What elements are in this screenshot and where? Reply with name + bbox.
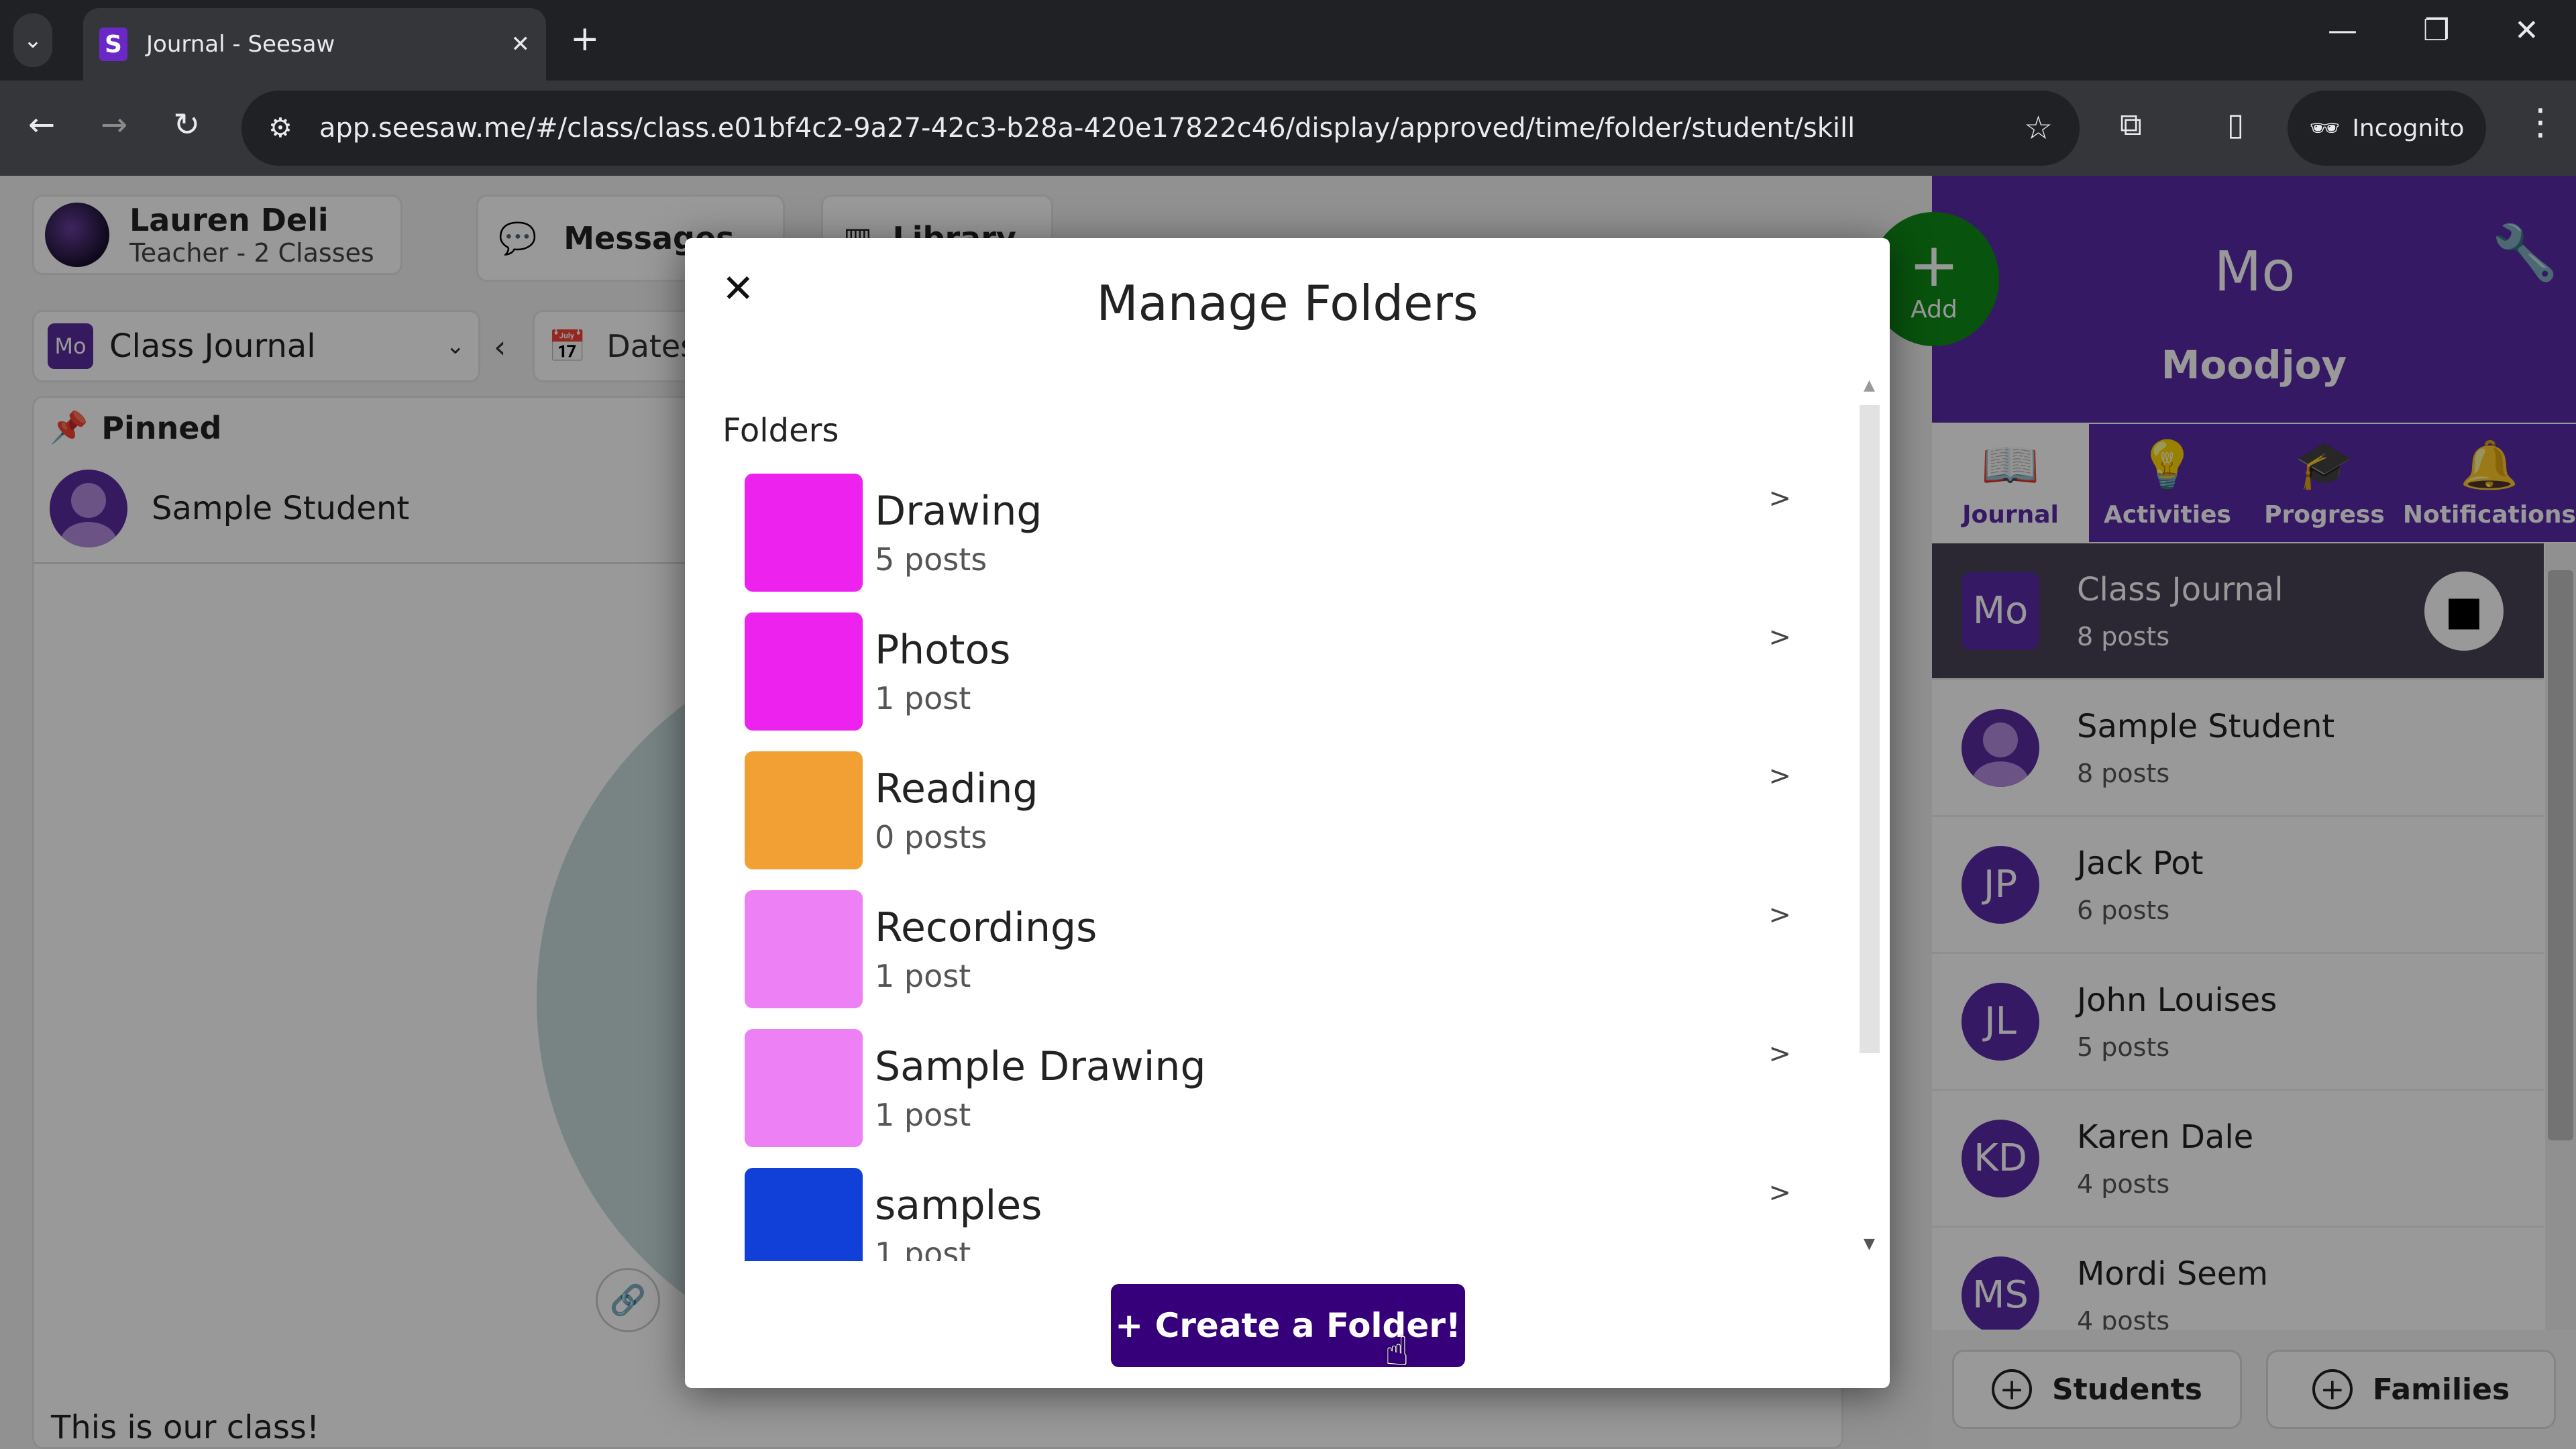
folder-row[interactable]: Recordings 1 post > [745,879,1818,1018]
tab-title: Journal - Seesaw [146,31,335,58]
scroll-up-arrow-icon[interactable]: ▲ [1864,377,1875,394]
folder-row[interactable]: Reading 0 posts > [745,741,1818,879]
site-settings-icon[interactable]: ⚙ [268,113,292,144]
chevron-right-icon[interactable]: > [1768,761,1791,792]
minimize-button[interactable]: — [2328,13,2357,48]
extensions-icon[interactable]: ⧉ [2120,106,2142,144]
forward-button[interactable]: → [101,106,127,144]
screen: ⌄ S Journal - Seesaw ✕ + — ❐ ✕ ← → ↻ ⚙ a… [0,0,2576,1449]
folder-row[interactable]: Drawing 5 posts > [745,463,1818,602]
folder-list-scrollbar[interactable] [1860,405,1880,1053]
back-button[interactable]: ← [28,106,55,144]
folder-post-count: 0 posts [875,818,987,855]
modal-title: Manage Folders [1096,275,1479,331]
incognito-icon: 🕶 [2309,115,2341,142]
folder-name: Recordings [875,904,1097,951]
tab-close-icon[interactable]: ✕ [511,31,531,58]
chevron-right-icon[interactable]: > [1768,1038,1791,1069]
address-bar[interactable]: ⚙ app.seesaw.me/#/class/class.e01bf4c2-9… [241,91,2080,166]
restore-button[interactable]: ❐ [2423,13,2449,48]
bookmark-star-icon[interactable]: ☆ [2024,109,2053,147]
incognito-label: Incognito [2352,114,2465,142]
folder-post-count: 1 post [875,1096,971,1133]
folder-color-swatch [745,473,863,592]
folder-name: Sample Drawing [875,1042,1206,1090]
folder-color-swatch [745,1167,863,1261]
folder-name: Drawing [875,487,1042,535]
folder-list: Drawing 5 posts > Photos 1 post > Reading 0 pos… [745,463,1818,1261]
seesaw-favicon-icon: S [99,28,127,61]
folder-color-swatch [745,751,863,869]
tab-search-button[interactable]: ⌄ [13,13,52,67]
reload-button[interactable]: ↻ [173,106,200,144]
folder-color-swatch [745,1028,863,1147]
folder-row[interactable]: Sample Drawing 1 post > [745,1018,1818,1157]
create-folder-button[interactable]: + Create a Folder! [1111,1284,1465,1367]
browser-menu-button[interactable]: ⋮ [2522,101,2559,143]
url-text[interactable]: app.seesaw.me/#/class/class.e01bf4c2-9a2… [319,113,2024,144]
chevron-right-icon[interactable]: > [1768,622,1791,653]
folders-section-label: Folders [722,412,839,449]
folder-post-count: 1 post [875,680,971,716]
chevron-right-icon[interactable]: > [1768,483,1791,514]
folder-post-count: 5 posts [875,541,987,578]
chevron-right-icon[interactable]: > [1768,900,1791,930]
browser-tab[interactable]: S Journal - Seesaw ✕ [83,8,546,80]
side-panel-icon[interactable]: ▯ [2227,106,2244,142]
scroll-down-arrow-icon[interactable]: ▼ [1864,1236,1875,1252]
folder-name: Reading [875,765,1038,812]
folder-row[interactable]: Photos 1 post > [745,602,1818,741]
folder-color-swatch [745,890,863,1008]
folder-name: Photos [875,626,1011,674]
folder-post-count: 1 post [875,1235,971,1262]
folder-post-count: 1 post [875,957,971,994]
folder-row[interactable]: samples 1 post > [745,1157,1818,1261]
folder-name: samples [875,1181,1042,1229]
close-window-button[interactable]: ✕ [2514,13,2539,48]
new-tab-button[interactable]: + [570,19,600,59]
folder-color-swatch [745,612,863,731]
hand-cursor-icon: ☝ [1385,1328,1409,1375]
chevron-right-icon[interactable]: > [1768,1177,1791,1208]
incognito-indicator[interactable]: 🕶 Incognito [2288,91,2486,166]
